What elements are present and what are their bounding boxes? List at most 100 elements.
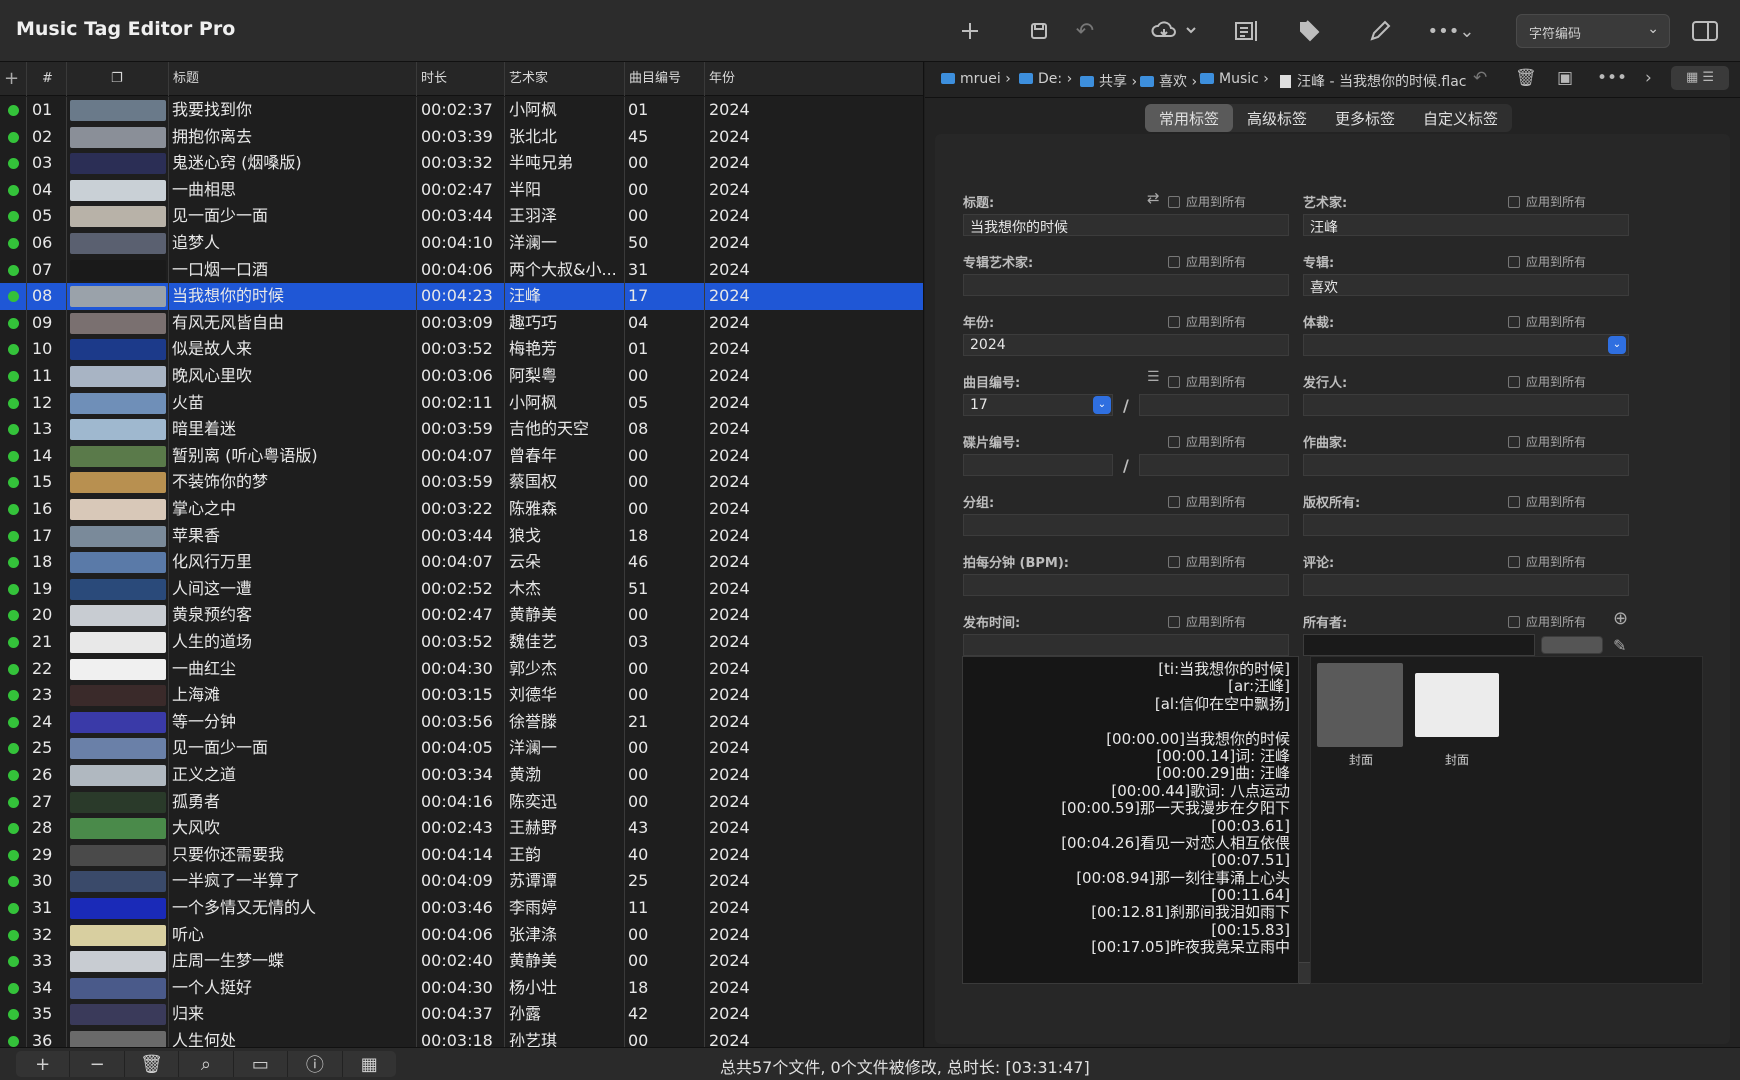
info-icon[interactable]: ⓘ xyxy=(288,1051,343,1077)
table-row[interactable]: 23 上海滩 00:03:15 刘德华 00 2024 xyxy=(0,682,923,709)
table-row[interactable]: 29 只要你还需要我 00:04:14 王韵 40 2024 xyxy=(0,841,923,869)
search-icon[interactable]: ⌕ xyxy=(179,1051,234,1077)
table-row[interactable]: 14 暂别离 (听心粤语版) 00:04:07 曾春年 00 2024 xyxy=(0,442,923,470)
track-total-field[interactable] xyxy=(1139,394,1289,416)
breadcrumb-file[interactable]: 汪峰 - 当我想你的时候.flac xyxy=(1280,71,1467,91)
group-field[interactable] xyxy=(963,514,1289,536)
header-duration[interactable]: 时长 xyxy=(416,62,504,96)
breadcrumb-item[interactable]: mruei › xyxy=(941,71,1011,87)
apply-all-checkbox[interactable]: 应用到所有 xyxy=(1168,553,1246,570)
table-row[interactable]: 08 当我想你的时候 00:04:23 汪峰 17 2024 xyxy=(0,283,923,310)
table-row[interactable]: 03 鬼迷心窍 (烟嗓版) 00:03:32 半吨兄弟 00 2024 xyxy=(0,150,923,177)
grid-icon[interactable]: ▦ xyxy=(343,1051,396,1077)
album-field[interactable]: 喜欢 xyxy=(1303,274,1629,296)
year-field[interactable]: 2024 xyxy=(963,334,1289,356)
breadcrumb-item[interactable]: 共享 › xyxy=(1080,71,1137,91)
owner-field[interactable] xyxy=(1303,634,1535,656)
header-num[interactable]: # xyxy=(26,62,66,96)
cloud-download-icon[interactable] xyxy=(1150,14,1198,48)
add-circle-icon[interactable]: ⊕ xyxy=(1613,608,1628,629)
encoding-select[interactable]: 字符编码 ⌄ xyxy=(1516,14,1670,48)
add-column-icon[interactable]: + xyxy=(0,62,26,96)
apply-all-checkbox[interactable]: 应用到所有 xyxy=(1168,193,1246,210)
apply-all-checkbox[interactable]: 应用到所有 xyxy=(1168,433,1246,450)
publisher-field[interactable] xyxy=(1303,394,1629,416)
table-row[interactable]: 28 大风吹 00:02:43 王赫野 43 2024 xyxy=(0,815,923,842)
table-row[interactable]: 13 暗里着迷 00:03:59 吉他的天空 08 2024 xyxy=(0,416,923,443)
title-field[interactable]: 当我想你的时候 xyxy=(963,214,1289,236)
table-row[interactable]: 17 苹果香 00:03:44 狼戈 18 2024 xyxy=(0,522,923,550)
copyright-field[interactable] xyxy=(1303,514,1629,536)
table-row[interactable]: 16 掌心之中 00:03:22 陈雅森 00 2024 xyxy=(0,496,923,523)
album-artist-field[interactable] xyxy=(963,274,1289,296)
preview-icon[interactable] xyxy=(1233,14,1261,48)
chevron-down-icon[interactable]: ⌄ xyxy=(1093,396,1111,414)
save-icon[interactable]: ▣ xyxy=(1557,68,1573,88)
undo-icon[interactable]: ↶ xyxy=(1473,68,1487,88)
view-toggle[interactable]: ▦ ☰ xyxy=(1671,66,1729,90)
tab-common[interactable]: 常用标签 xyxy=(1145,104,1234,132)
table-row[interactable]: 31 一个多情又无情的人 00:03:46 李雨婷 11 2024 xyxy=(0,895,923,922)
table-row[interactable]: 04 一曲相思 00:02:47 半阳 00 2024 xyxy=(0,176,923,204)
table-row[interactable]: 21 人生的道场 00:03:52 魏佳艺 03 2024 xyxy=(0,629,923,656)
sidebar-icon[interactable] xyxy=(1690,14,1720,48)
table-row[interactable]: 27 孤勇者 00:04:16 陈奕迅 00 2024 xyxy=(0,788,923,816)
breadcrumb-item[interactable]: 喜欢 › xyxy=(1140,71,1197,91)
lyrics-textarea[interactable]: [ti:当我想你的时候] [ar:汪峰] [al:信仰在空中飘扬] [00:00.00… xyxy=(962,656,1299,984)
add-file-button[interactable]: + xyxy=(16,1051,71,1077)
pencil-icon[interactable] xyxy=(1368,14,1392,48)
table-row[interactable]: 11 晚风心里吹 00:03:06 阿梨粤 00 2024 xyxy=(0,363,923,390)
header-artist[interactable]: 艺术家 xyxy=(504,62,624,96)
breadcrumb-item[interactable]: Music › xyxy=(1200,71,1269,87)
table-row[interactable]: 19 人间这一遭 00:02:52 木杰 51 2024 xyxy=(0,575,923,603)
table-row[interactable]: 33 庄周一生梦一蝶 00:02:40 黄静美 00 2024 xyxy=(0,948,923,975)
table-row[interactable]: 06 追梦人 00:04:10 洋澜一 50 2024 xyxy=(0,230,923,257)
apply-all-checkbox[interactable]: 应用到所有 xyxy=(1508,553,1586,570)
table-row[interactable]: 36 人生何处 00:03:18 孙艺琪 00 2024 xyxy=(0,1028,923,1047)
table-row[interactable]: 22 一曲红尘 00:04:30 郭少杰 00 2024 xyxy=(0,655,923,683)
table-row[interactable]: 20 黄泉预约客 00:02:47 黄静美 00 2024 xyxy=(0,602,923,629)
table-row[interactable]: 01 我要找到你 00:02:37 小阿枫 01 2024 xyxy=(0,97,923,124)
table-row[interactable]: 09 有风无风皆自由 00:03:09 趣巧巧 04 2024 xyxy=(0,309,923,337)
apply-all-checkbox[interactable]: 应用到所有 xyxy=(1168,493,1246,510)
table-row[interactable]: 24 等一分钟 00:03:56 徐誉滕 21 2024 xyxy=(0,708,923,736)
tab-advanced[interactable]: 高级标签 xyxy=(1233,104,1321,132)
table-row[interactable]: 18 化风行万里 00:04:07 云朵 46 2024 xyxy=(0,549,923,576)
apply-all-checkbox[interactable]: 应用到所有 xyxy=(1508,253,1586,270)
remove-file-button[interactable]: − xyxy=(70,1051,125,1077)
plus-icon[interactable] xyxy=(955,14,985,48)
tab-custom[interactable]: 自定义标签 xyxy=(1409,104,1512,132)
apply-all-checkbox[interactable]: 应用到所有 xyxy=(1508,313,1586,330)
folder-icon[interactable]: ▭ xyxy=(234,1051,289,1077)
disc-number-field[interactable] xyxy=(963,454,1113,476)
bpm-field[interactable] xyxy=(963,574,1289,596)
breadcrumb-item[interactable]: De: › xyxy=(1019,71,1072,87)
table-row[interactable]: 12 火苗 00:02:11 小阿枫 05 2024 xyxy=(0,389,923,417)
tab-more[interactable]: 更多标签 xyxy=(1321,104,1409,132)
chevron-right-icon[interactable]: › xyxy=(1645,68,1652,88)
table-row[interactable]: 30 一半疯了一半算了 00:04:09 苏谭谭 25 2024 xyxy=(0,868,923,895)
owner-select[interactable] xyxy=(1541,636,1603,654)
sort-icon[interactable]: ☰ xyxy=(1147,369,1160,385)
table-row[interactable]: 02 拥抱你离去 00:03:39 张北北 45 2024 xyxy=(0,123,923,151)
apply-all-checkbox[interactable]: 应用到所有 xyxy=(1168,253,1246,270)
composer-field[interactable] xyxy=(1303,454,1629,476)
table-row[interactable]: 05 见一面少一面 00:03:44 王羽泽 00 2024 xyxy=(0,203,923,230)
track-number-field[interactable]: 17 xyxy=(963,394,1113,416)
pencil-icon[interactable]: ✎ xyxy=(1613,636,1626,655)
undo-icon[interactable]: ↶ xyxy=(1074,14,1096,48)
tag-icon[interactable] xyxy=(1298,14,1326,48)
swap-icon[interactable]: ⇄ xyxy=(1147,189,1160,207)
apply-all-checkbox[interactable]: 应用到所有 xyxy=(1508,493,1586,510)
apply-all-checkbox[interactable]: 应用到所有 xyxy=(1508,433,1586,450)
trash-icon[interactable]: 🗑 xyxy=(1515,68,1537,88)
cover-image[interactable] xyxy=(1317,663,1403,747)
table-row[interactable]: 35 归来 00:04:37 孙露 42 2024 xyxy=(0,1001,923,1028)
save-icon[interactable] xyxy=(1028,14,1050,48)
table-row[interactable]: 25 见一面少一面 00:04:05 洋澜一 00 2024 xyxy=(0,735,923,762)
apply-all-checkbox[interactable]: 应用到所有 xyxy=(1508,613,1586,630)
table-row[interactable]: 32 听心 00:04:06 张津涤 00 2024 xyxy=(0,921,923,949)
cover-image[interactable] xyxy=(1415,673,1499,737)
apply-all-checkbox[interactable]: 应用到所有 xyxy=(1168,373,1246,390)
table-row[interactable]: 10 似是故人来 00:03:52 梅艳芳 01 2024 xyxy=(0,336,923,363)
